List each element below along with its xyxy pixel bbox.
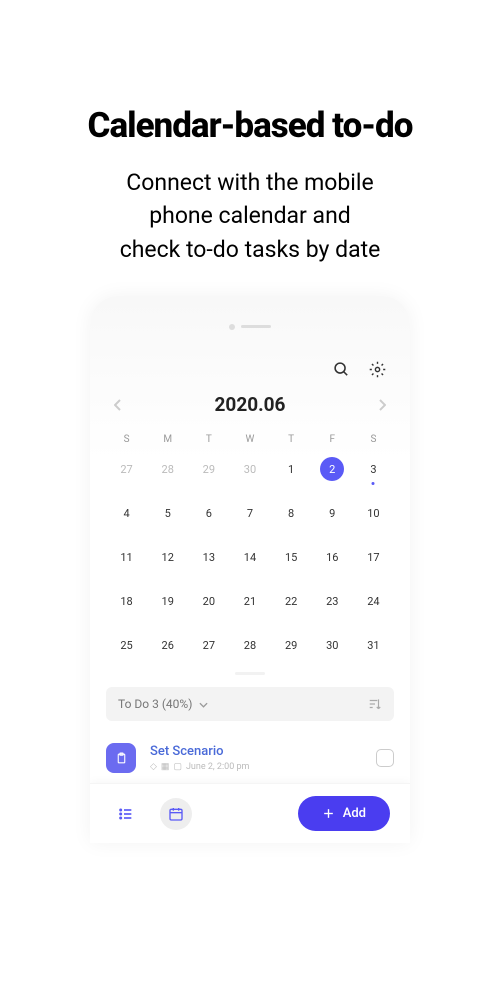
- plus-icon: [322, 807, 335, 820]
- clipboard-icon: [106, 743, 136, 773]
- calendar-day[interactable]: 31: [353, 633, 394, 657]
- calendar-day[interactable]: 3: [353, 457, 394, 481]
- calendar-day[interactable]: 12: [147, 545, 188, 569]
- weekday-label: T: [188, 434, 229, 445]
- weekday-label: S: [106, 434, 147, 445]
- calendar-day[interactable]: 28: [229, 633, 270, 657]
- calendar-day[interactable]: 9: [312, 501, 353, 525]
- phone-frame: 2020.06 SMTWTFS 272829301234567891011121…: [90, 296, 410, 843]
- calendar-day[interactable]: 2: [320, 457, 344, 481]
- weekday-label: S: [353, 434, 394, 445]
- calendar-day[interactable]: 23: [312, 589, 353, 613]
- calendar-day[interactable]: 17: [353, 545, 394, 569]
- drag-handle: [106, 316, 394, 335]
- calendar-day[interactable]: 20: [188, 589, 229, 613]
- sort-icon[interactable]: [368, 697, 382, 711]
- calendar-day[interactable]: 6: [188, 501, 229, 525]
- task-title: Set Scenario: [150, 744, 362, 759]
- hero-subtitle: Connect with the mobile phone calendar a…: [0, 166, 500, 266]
- add-button-label: Add: [343, 806, 366, 821]
- add-button[interactable]: Add: [298, 796, 390, 831]
- calendar-day[interactable]: 21: [229, 589, 270, 613]
- calendar-view-button[interactable]: [160, 798, 192, 830]
- calendar-grid: 2728293012345678910111213141516171819202…: [106, 457, 394, 657]
- bottom-bar: Add: [90, 783, 410, 843]
- hero-title: Calendar-based to-do: [0, 105, 500, 146]
- prev-month-button[interactable]: [114, 399, 122, 411]
- calendar-day[interactable]: 27: [106, 457, 147, 481]
- weekday-row: SMTWTFS: [106, 434, 394, 445]
- calendar-day[interactable]: 4: [106, 501, 147, 525]
- weekday-label: M: [147, 434, 188, 445]
- todo-summary-label: To Do 3 (40%): [118, 697, 192, 711]
- calendar-day[interactable]: 11: [106, 545, 147, 569]
- list-view-button[interactable]: [110, 798, 142, 830]
- calendar-day[interactable]: 5: [147, 501, 188, 525]
- calendar-day[interactable]: 25: [106, 633, 147, 657]
- calendar-day[interactable]: 30: [229, 457, 270, 481]
- next-month-button[interactable]: [378, 399, 386, 411]
- calendar-day[interactable]: 10: [353, 501, 394, 525]
- calendar-day[interactable]: 18: [106, 589, 147, 613]
- todo-filter-dropdown[interactable]: To Do 3 (40%): [106, 687, 394, 721]
- calendar-day[interactable]: 7: [229, 501, 270, 525]
- calendar-day[interactable]: 14: [229, 545, 270, 569]
- calendar-day[interactable]: 1: [271, 457, 312, 481]
- calendar-day[interactable]: 29: [271, 633, 312, 657]
- calendar-day[interactable]: 24: [353, 589, 394, 613]
- calendar-collapse-handle[interactable]: [235, 672, 265, 675]
- calendar-day[interactable]: 13: [188, 545, 229, 569]
- settings-icon[interactable]: [368, 360, 386, 378]
- calendar-day[interactable]: 30: [312, 633, 353, 657]
- search-icon[interactable]: [332, 360, 350, 378]
- task-meta: ◇▦▢ June 2, 2:00 pm: [150, 762, 362, 772]
- calendar-day[interactable]: 15: [271, 545, 312, 569]
- calendar-day[interactable]: 8: [271, 501, 312, 525]
- weekday-label: F: [312, 434, 353, 445]
- calendar-day[interactable]: 19: [147, 589, 188, 613]
- calendar-day[interactable]: 28: [147, 457, 188, 481]
- calendar-day[interactable]: 27: [188, 633, 229, 657]
- calendar-day[interactable]: 16: [312, 545, 353, 569]
- calendar-day[interactable]: 29: [188, 457, 229, 481]
- month-label[interactable]: 2020.06: [215, 393, 286, 416]
- weekday-label: T: [271, 434, 312, 445]
- weekday-label: W: [229, 434, 270, 445]
- calendar-day[interactable]: 22: [271, 589, 312, 613]
- task-checkbox[interactable]: [376, 749, 394, 767]
- calendar-day[interactable]: 26: [147, 633, 188, 657]
- chevron-down-icon: [199, 702, 208, 708]
